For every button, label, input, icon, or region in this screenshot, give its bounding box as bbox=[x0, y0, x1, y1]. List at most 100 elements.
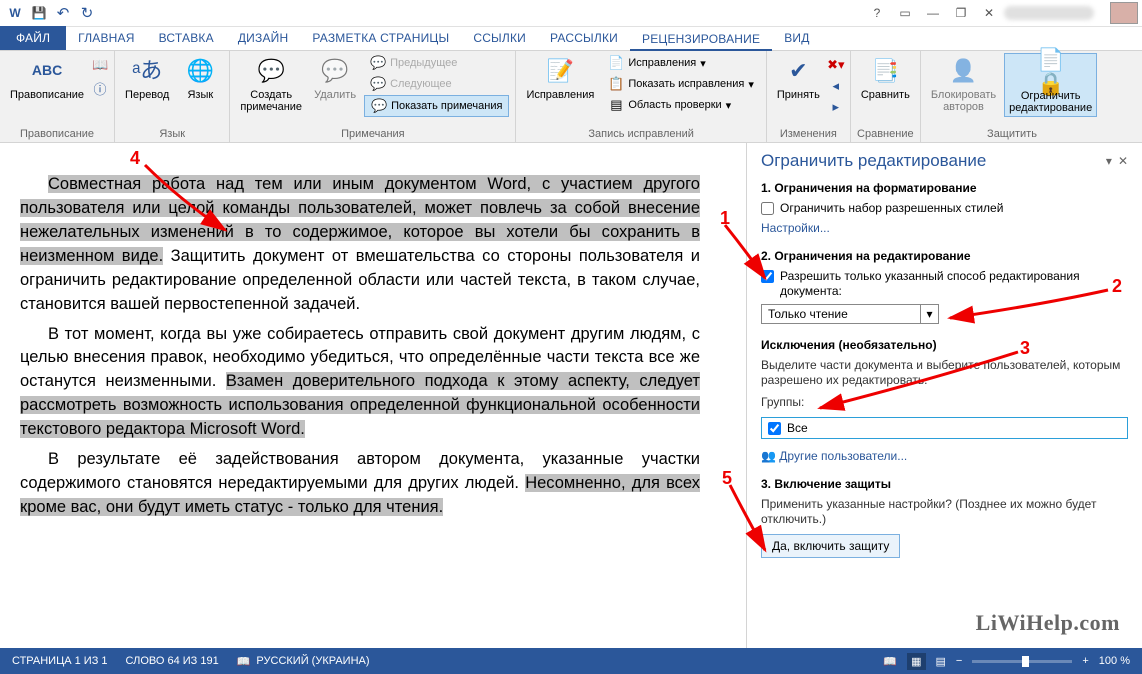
block-authors-button[interactable]: 👤 Блокировать авторов bbox=[927, 53, 1000, 115]
globe-icon: 🌐 bbox=[184, 55, 216, 87]
pane-heading-1: 1. Ограничения на форматирование bbox=[761, 181, 1128, 195]
reviewing-pane-dropdown[interactable]: ▤Область проверки ▾ bbox=[602, 95, 760, 115]
minimize-icon[interactable]: — bbox=[920, 3, 946, 23]
save-icon[interactable]: 💾 bbox=[28, 2, 50, 24]
more-users-link[interactable]: 👥 Другие пользователи... bbox=[761, 449, 907, 463]
compare-button[interactable]: 📑 Сравнить bbox=[857, 53, 914, 103]
pane-options-icon[interactable]: ▾ bbox=[1106, 154, 1112, 168]
zoom-in-icon[interactable]: + bbox=[1082, 655, 1088, 667]
tab-view[interactable]: ВИД bbox=[772, 27, 821, 50]
enable-protection-button[interactable]: Да, включить защиту bbox=[761, 534, 900, 558]
tab-mailings[interactable]: РАССЫЛКИ bbox=[538, 27, 630, 50]
restore-icon[interactable]: ❐ bbox=[948, 3, 974, 23]
next-comment-icon: 💬 bbox=[370, 76, 386, 92]
settings-link[interactable]: Настройки... bbox=[761, 221, 1128, 235]
everyone-checkbox[interactable] bbox=[768, 422, 781, 435]
next-comment-button: 💬Следующее bbox=[364, 74, 509, 94]
group-label-tracking: Запись исправлений bbox=[522, 126, 759, 142]
status-page[interactable]: СТРАНИЦА 1 ИЗ 1 bbox=[12, 655, 108, 667]
new-comment-icon: 💬 bbox=[255, 55, 287, 87]
pane-close-icon[interactable]: ✕ bbox=[1118, 154, 1128, 168]
show-comments-button[interactable]: 💬Показать примечания bbox=[364, 95, 509, 117]
read-mode-icon[interactable]: 📖 bbox=[883, 655, 897, 668]
pane-section-exceptions: Исключения (необязательно) Выделите част… bbox=[761, 338, 1128, 463]
workspace: Совместная работа над тем или иным докум… bbox=[0, 143, 1142, 648]
users-icon: 👥 bbox=[761, 449, 779, 463]
group-spelling: ABC Правописание 📖 ⓘ Правописание bbox=[0, 51, 115, 142]
language-icon: 📖 bbox=[237, 655, 251, 668]
block-authors-label: Блокировать авторов bbox=[931, 89, 996, 113]
ribbon-options-icon[interactable]: ▭ bbox=[892, 3, 918, 23]
pane-section-3: 3. Включение защиты Применить указанные … bbox=[761, 477, 1128, 558]
allow-only-checkbox[interactable] bbox=[761, 270, 774, 283]
group-comments: 💬 Создать примечание 💬 Удалить 💬Предыдущ… bbox=[230, 51, 516, 142]
close-icon[interactable]: ✕ bbox=[976, 3, 1002, 23]
new-comment-button[interactable]: 💬 Создать примечание bbox=[236, 53, 306, 115]
editing-type-dropdown[interactable]: Только чтение ▾ bbox=[761, 304, 1128, 324]
chevron-down-icon[interactable]: ▾ bbox=[921, 304, 939, 324]
dropdown-icon: 📄 bbox=[608, 55, 624, 71]
zoom-value[interactable]: 100 % bbox=[1099, 655, 1130, 667]
language-label: Язык bbox=[187, 89, 213, 101]
tab-layout[interactable]: РАЗМЕТКА СТРАНИЦЫ bbox=[300, 27, 461, 50]
restrict-editing-button[interactable]: 📄🔒 Ограничить редактирование bbox=[1004, 53, 1097, 117]
restrict-styles-checkbox[interactable] bbox=[761, 202, 774, 215]
prev-change-icon[interactable]: ◂ bbox=[828, 78, 844, 94]
group-label-compare: Сравнение bbox=[857, 126, 914, 142]
word-icon[interactable]: W bbox=[4, 2, 26, 24]
ribbon: ABC Правописание 📖 ⓘ Правописание ᵃあ Пер… bbox=[0, 51, 1142, 143]
display-for-review-dropdown[interactable]: 📄Исправления ▾ bbox=[602, 53, 760, 73]
pane-section-1: 1. Ограничения на форматирование Огранич… bbox=[761, 181, 1128, 235]
paragraph-1: Совместная работа над тем или иным докум… bbox=[20, 173, 700, 317]
zoom-slider[interactable] bbox=[972, 660, 1072, 663]
document-text: Совместная работа над тем или иным докум… bbox=[20, 173, 700, 520]
tab-references[interactable]: ССЫЛКИ bbox=[461, 27, 538, 50]
group-label-language: Язык bbox=[121, 126, 223, 142]
accept-button[interactable]: ✔ Принять bbox=[773, 53, 824, 103]
status-language[interactable]: 📖РУССКИЙ (УКРАИНА) bbox=[237, 655, 370, 668]
group-language: ᵃあ Перевод 🌐 Язык Язык bbox=[115, 51, 230, 142]
restrict-editing-icon: 📄🔒 bbox=[1035, 56, 1067, 88]
paragraph-2: В тот момент, когда вы уже собираетесь о… bbox=[20, 323, 700, 443]
prev-comment-button: 💬Предыдущее bbox=[364, 53, 509, 73]
accept-icon: ✔ bbox=[782, 55, 814, 87]
tab-insert[interactable]: ВСТАВКА bbox=[147, 27, 226, 50]
track-changes-button[interactable]: 📝 Исправления bbox=[522, 53, 598, 103]
zoom-out-icon[interactable]: − bbox=[956, 655, 962, 667]
restrict-editing-label: Ограничить редактирование bbox=[1009, 90, 1092, 114]
show-comments-icon: 💬 bbox=[371, 98, 387, 114]
translate-label: Перевод bbox=[125, 89, 169, 101]
groups-label: Группы: bbox=[761, 395, 1128, 411]
spelling-icon: ABC bbox=[31, 55, 63, 87]
web-layout-icon[interactable]: ▤ bbox=[936, 655, 946, 668]
tab-review[interactable]: РЕЦЕНЗИРОВАНИЕ bbox=[630, 28, 772, 51]
help-icon[interactable]: ? bbox=[864, 3, 890, 23]
next-change-icon[interactable]: ▸ bbox=[828, 99, 844, 115]
pane-heading-exceptions: Исключения (необязательно) bbox=[761, 338, 1128, 352]
show-markup-dropdown[interactable]: 📋Показать исправления ▾ bbox=[602, 74, 760, 94]
spelling-button[interactable]: ABC Правописание bbox=[6, 53, 88, 103]
wordcount-icon[interactable]: ⓘ bbox=[92, 80, 108, 96]
print-layout-icon[interactable]: ▦ bbox=[907, 653, 925, 670]
group-label-changes: Изменения bbox=[773, 126, 844, 142]
spelling-label: Правописание bbox=[10, 89, 84, 101]
tab-file[interactable]: ФАЙЛ bbox=[0, 26, 66, 50]
markup-icon: 📋 bbox=[608, 76, 624, 92]
user-avatar[interactable] bbox=[1110, 2, 1138, 24]
group-label-spelling: Правописание bbox=[6, 126, 108, 142]
reject-icon[interactable]: ✖▾ bbox=[828, 57, 844, 73]
new-comment-label: Создать примечание bbox=[240, 89, 302, 113]
groups-listbox[interactable]: Все bbox=[761, 417, 1128, 439]
document-area[interactable]: Совместная работа над тем или иным докум… bbox=[0, 143, 746, 648]
undo-icon[interactable]: ↶ bbox=[52, 2, 74, 24]
thesaurus-icon[interactable]: 📖 bbox=[92, 57, 108, 73]
tab-home[interactable]: ГЛАВНАЯ bbox=[66, 27, 146, 50]
status-wordcount[interactable]: СЛОВО 64 ИЗ 191 bbox=[126, 655, 219, 667]
language-button[interactable]: 🌐 Язык bbox=[177, 53, 223, 103]
tab-design[interactable]: ДИЗАЙН bbox=[226, 27, 301, 50]
redo-icon[interactable]: ↻ bbox=[76, 2, 98, 24]
track-changes-icon: 📝 bbox=[544, 55, 576, 87]
delete-comment-button[interactable]: 💬 Удалить bbox=[310, 53, 360, 103]
translate-button[interactable]: ᵃあ Перевод bbox=[121, 53, 173, 103]
exceptions-text: Выделите части документа и выберите поль… bbox=[761, 358, 1128, 389]
